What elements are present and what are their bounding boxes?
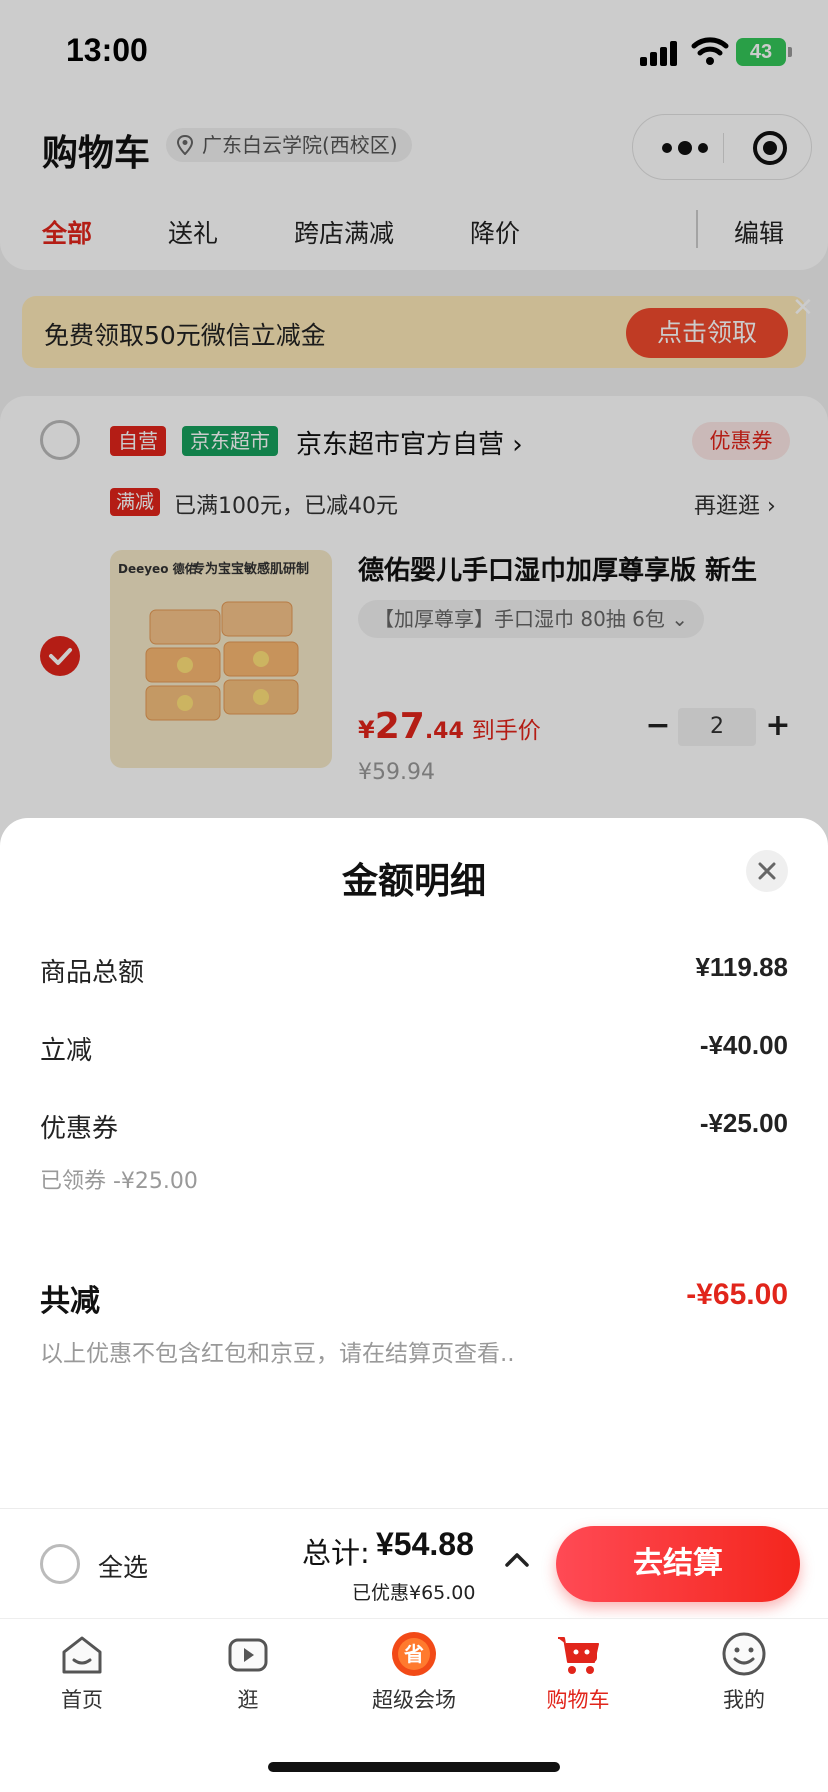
total-label: 总计: [302,1536,370,1570]
home-indicator [268,1762,560,1772]
cart-icon [558,1637,599,1674]
tabbar-explore[interactable]: 逛 [188,1626,308,1716]
tabbar-super-venue[interactable]: 省 超级会场 [354,1626,474,1716]
checkout-button[interactable]: 去结算 [556,1526,800,1602]
select-all-radio[interactable] [40,1544,80,1584]
goods-total-value: ¥119.88 [695,952,788,982]
video-icon [228,1638,268,1672]
total-discount-value: -¥65.00 [686,1278,788,1311]
instant-discount-value: -¥40.00 [699,1030,788,1060]
tabbar-cart-label: 购物车 [546,1688,610,1712]
tabbar-profile-label: 我的 [723,1688,765,1712]
tabbar-home[interactable]: 首页 [22,1626,142,1716]
select-all-label[interactable]: 全选 [98,1548,148,1584]
svg-text:省: 省 [403,1642,424,1666]
tabbar-cart[interactable]: 购物车 [518,1626,638,1716]
discount-disclaimer: 以上优惠不包含红包和京豆，请在结算页查看.. [40,1341,515,1367]
sheet-title: 金额明细 [341,861,486,902]
coupon-note: 已领券 -¥25.00 [40,1169,198,1194]
total-amount: ¥54.88 [376,1526,474,1562]
coupon-value: -¥25.00 [699,1108,788,1138]
goods-total-label: 商品总额 [40,958,145,988]
profile-icon [722,1632,766,1676]
tabbar-profile[interactable]: 我的 [684,1626,804,1716]
home-icon [62,1636,102,1674]
sheet-close-button[interactable] [746,850,788,892]
chevron-up-icon[interactable] [504,1550,530,1568]
tabbar-super-venue-label: 超级会场 [372,1688,456,1712]
saved-amount: 已优惠¥65.00 [352,1582,476,1604]
instant-discount-label: 立减 [40,1036,93,1066]
coupon-label: 优惠券 [40,1114,119,1144]
tabbar-home-label: 首页 [61,1688,103,1712]
tabbar-explore-label: 逛 [237,1688,259,1712]
total-discount-label: 共减 [40,1284,100,1319]
close-icon [758,862,776,880]
super-venue-icon: 省 [392,1632,436,1676]
